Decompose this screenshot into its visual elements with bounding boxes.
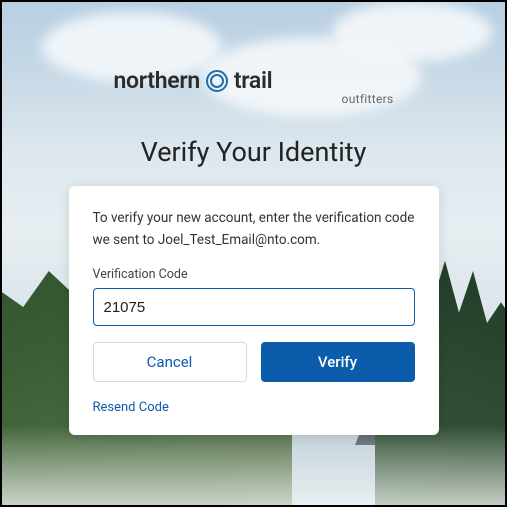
instruction-email: Joel_Test_Email@nto.com bbox=[158, 232, 317, 248]
button-row: Cancel Verify bbox=[93, 342, 415, 382]
brand-logo: northern trail bbox=[114, 67, 394, 94]
instruction-text: To verify your new account, enter the ve… bbox=[93, 208, 415, 251]
verification-code-input[interactable] bbox=[93, 288, 415, 326]
page-title: Verify Your Identity bbox=[141, 136, 367, 168]
brand-tagline: outfitters bbox=[194, 92, 394, 106]
instruction-suffix: . bbox=[317, 232, 321, 248]
resend-code-link[interactable]: Resend Code bbox=[93, 400, 169, 415]
code-label: Verification Code bbox=[93, 267, 415, 282]
brand-word-1: northern bbox=[114, 67, 200, 94]
content-area: northern trail outfitters Verify Your Id… bbox=[2, 2, 505, 435]
compass-icon bbox=[206, 70, 228, 92]
app-frame: northern trail outfitters Verify Your Id… bbox=[0, 0, 507, 507]
verify-button[interactable]: Verify bbox=[261, 342, 415, 382]
background-mist bbox=[2, 425, 505, 505]
cancel-button[interactable]: Cancel bbox=[93, 342, 247, 382]
brand-word-2: trail bbox=[234, 67, 272, 94]
verify-card: To verify your new account, enter the ve… bbox=[69, 186, 439, 435]
brand-block: northern trail outfitters bbox=[114, 67, 394, 106]
